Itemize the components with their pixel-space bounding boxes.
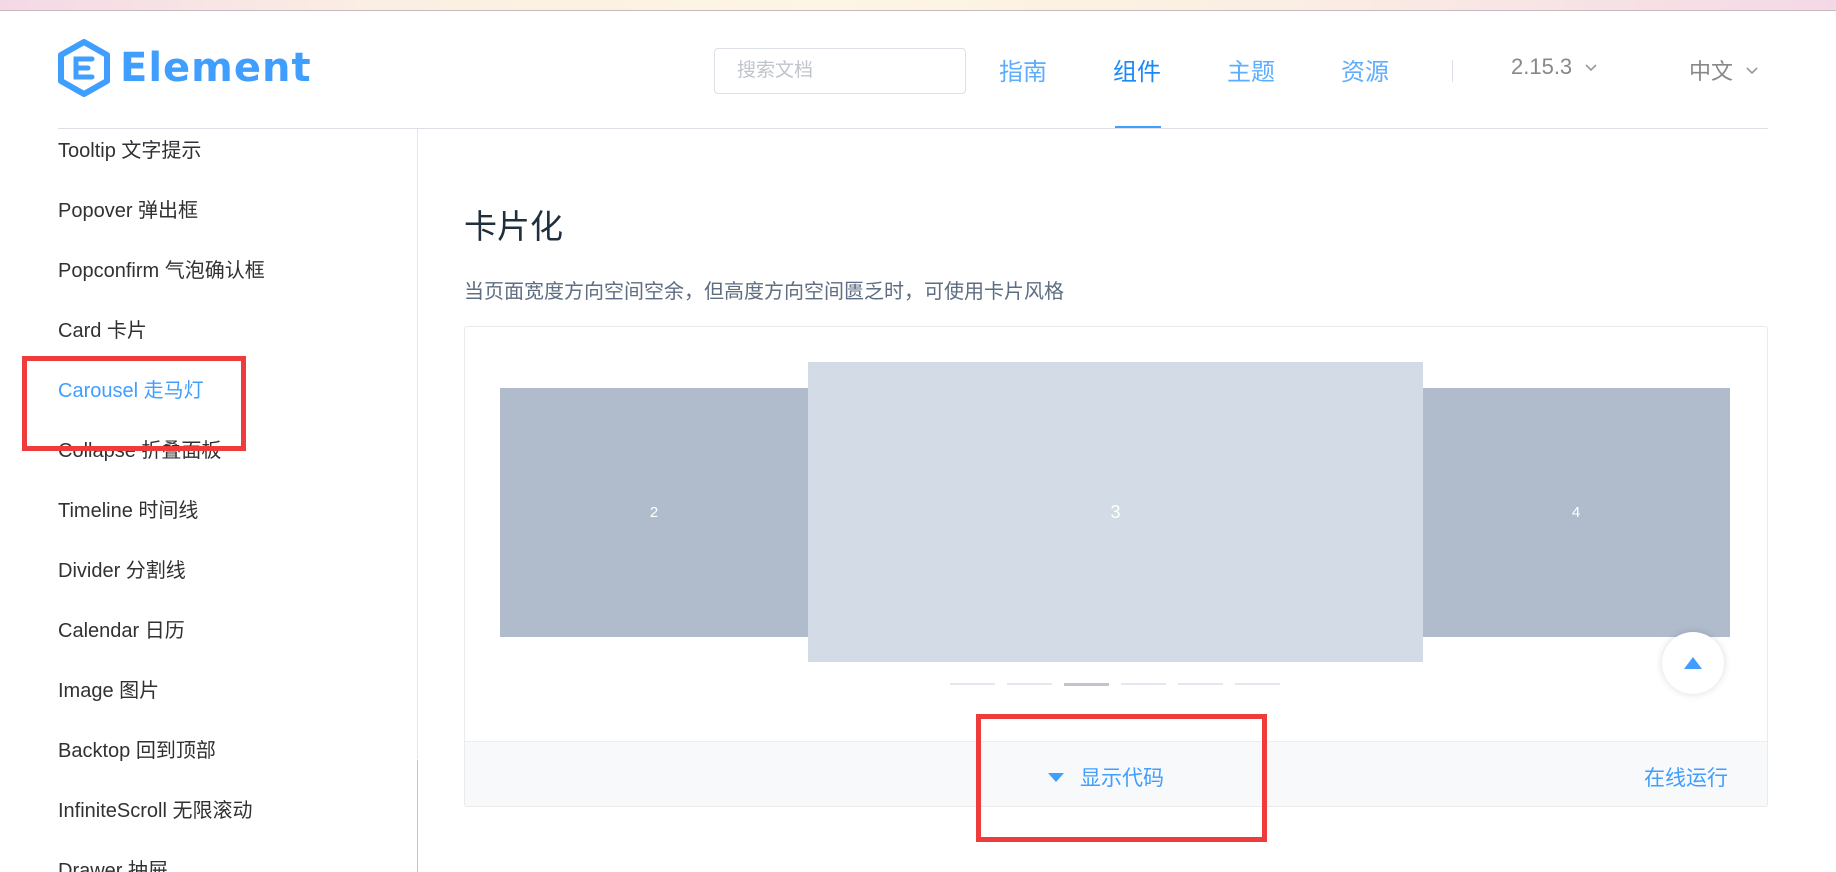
carousel-card-left[interactable]: 2 — [500, 388, 808, 637]
sidebar-item-card[interactable]: Card 卡片 — [58, 314, 147, 343]
nav-resource[interactable]: 资源 — [1341, 52, 1389, 87]
nav-theme[interactable]: 主题 — [1227, 52, 1275, 87]
version-label: 2.15.3 — [1511, 54, 1573, 79]
language-label: 中文 — [1689, 59, 1734, 84]
show-code-button[interactable]: 显示代码 — [1048, 762, 1164, 792]
sidebar-item-calendar[interactable]: Calendar 日历 — [58, 614, 185, 643]
chevron-down-icon — [1746, 67, 1758, 75]
section-title: 卡片化 — [464, 208, 563, 245]
show-code-label: 显示代码 — [1080, 767, 1164, 790]
sidebar-scrollbar[interactable] — [417, 760, 418, 872]
nav-divider — [1452, 60, 1453, 82]
sidebar-item-tooltip[interactable]: Tooltip 文字提示 — [58, 134, 201, 163]
nav-guide[interactable]: 指南 — [999, 52, 1047, 87]
carousel-indicator[interactable] — [950, 683, 995, 685]
sidebar-item-carousel[interactable]: Carousel 走马灯 — [58, 374, 204, 403]
sidebar-item-timeline[interactable]: Timeline 时间线 — [58, 494, 198, 523]
sidebar-item-image[interactable]: Image 图片 — [58, 674, 159, 703]
sidebar-item-infinitescroll[interactable]: InfiniteScroll 无限滚动 — [58, 794, 253, 823]
logo-text: Element — [120, 45, 312, 91]
element-logo-icon — [58, 39, 110, 97]
chevron-down-icon — [1585, 64, 1597, 72]
carousel-indicator[interactable] — [1007, 683, 1052, 685]
caret-up-icon — [1684, 657, 1702, 669]
carousel-card-right[interactable]: 4 — [1422, 388, 1730, 637]
sidebar-item-collapse[interactable]: Collapse 折叠面板 — [58, 434, 221, 463]
carousel-indicator[interactable] — [1121, 683, 1166, 685]
sidebar-item-divider[interactable]: Divider 分割线 — [58, 554, 186, 583]
caret-down-icon — [1048, 772, 1064, 782]
card-number: 4 — [1571, 504, 1581, 521]
sidebar-border — [417, 129, 418, 759]
sidebar-item-popover[interactable]: Popover 弹出框 — [58, 194, 198, 223]
sidebar-item-popconfirm[interactable]: Popconfirm 气泡确认框 — [58, 254, 265, 283]
nav-components[interactable]: 组件 — [1113, 52, 1161, 87]
carousel-indicator[interactable] — [1178, 683, 1223, 685]
element-logo[interactable]: Element — [58, 38, 312, 98]
search-input[interactable] — [714, 48, 966, 94]
carousel-indicators — [950, 682, 1280, 686]
sidebar-item-backtop[interactable]: Backtop 回到顶部 — [58, 734, 216, 763]
card-number: 3 — [1110, 501, 1121, 522]
language-dropdown[interactable]: 中文 — [1689, 54, 1759, 86]
run-online-button[interactable]: 在线运行 — [1644, 762, 1728, 792]
back-to-top-button[interactable] — [1662, 632, 1724, 694]
carousel-indicator-active[interactable] — [1064, 683, 1109, 686]
sidebar-item-drawer[interactable]: Drawer 抽屉 — [58, 854, 168, 872]
carousel-card-center[interactable]: 3 — [808, 362, 1423, 662]
carousel-indicator[interactable] — [1235, 683, 1280, 685]
card-number: 2 — [649, 504, 659, 521]
component-sidebar: Tooltip 文字提示 Popover 弹出框 Popconfirm 气泡确认… — [0, 129, 417, 872]
version-dropdown[interactable]: 2.15.3 — [1511, 54, 1598, 80]
section-description: 当页面宽度方向空间空余，但高度方向空间匮乏时，可使用卡片风格 — [464, 281, 1064, 303]
